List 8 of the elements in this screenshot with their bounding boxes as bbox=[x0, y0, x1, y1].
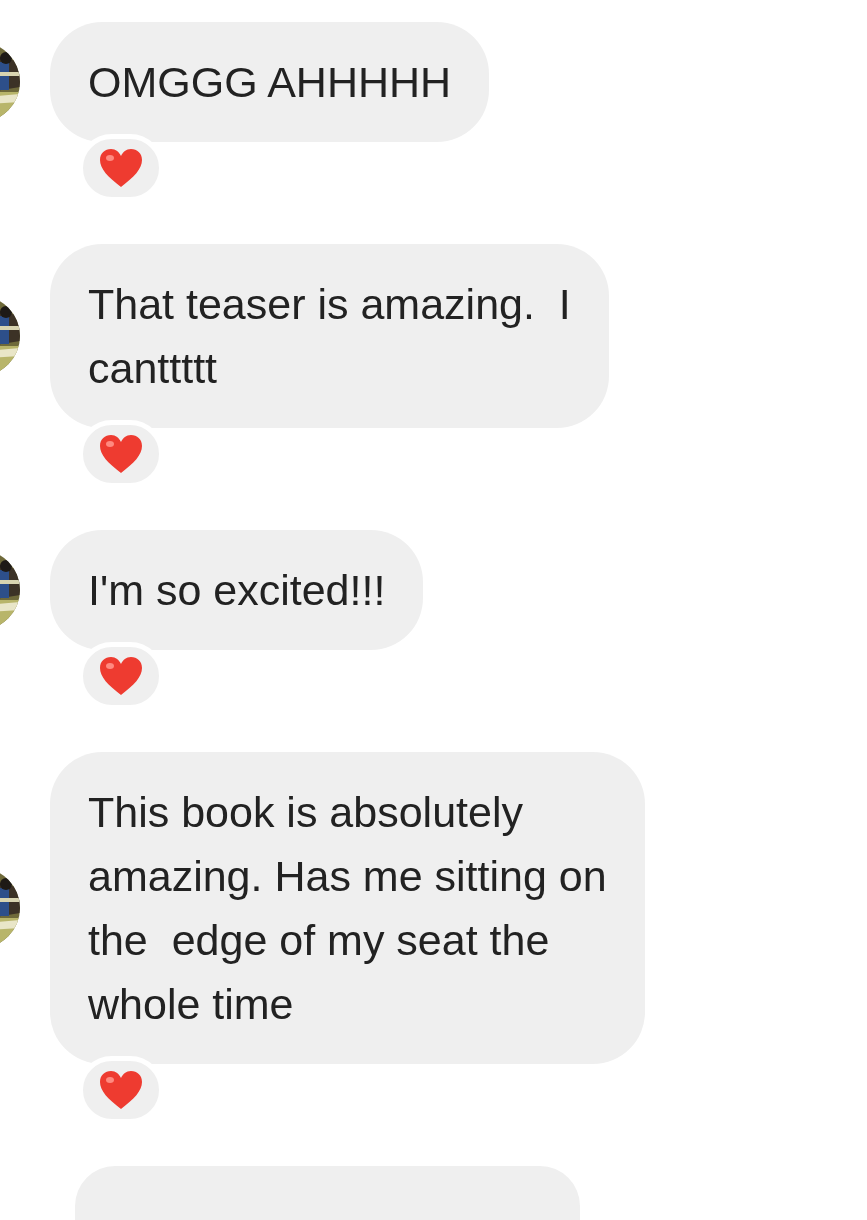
message-bubble: I'm so excited!!! bbox=[50, 530, 424, 650]
heart-icon bbox=[98, 1069, 144, 1111]
heart-icon bbox=[98, 655, 144, 697]
heart-icon bbox=[98, 433, 144, 475]
message-bubble: This book is absolutely amazing. Has me sitting on the edge of my seat the whole time bbox=[50, 752, 645, 1064]
message-bubble: OMGGG AHHHHH bbox=[50, 22, 490, 142]
message-bubble: That teaser is amazing. I canttttt bbox=[50, 244, 609, 428]
heart-icon bbox=[98, 147, 144, 189]
